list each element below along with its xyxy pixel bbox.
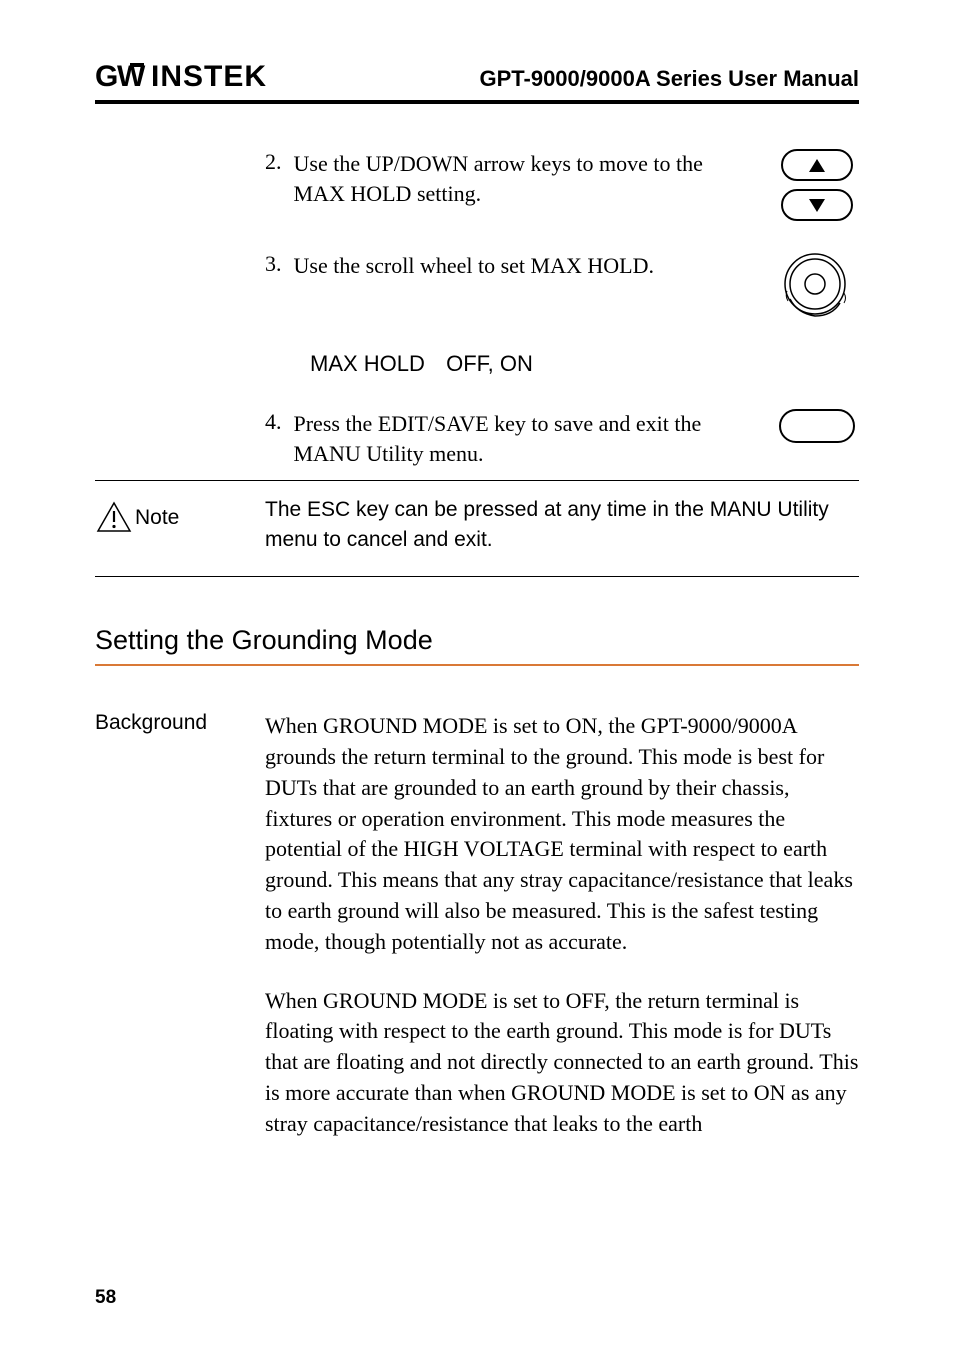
down-arrow-button-icon [781, 189, 853, 221]
brand-logo: G W INSTEK [95, 60, 285, 92]
background-section: Background When GROUND MODE is set to ON… [95, 711, 859, 1167]
parameter-row: MAX HOLD OFF, ON [95, 351, 859, 377]
step-3: 3. Use the scroll wheel to set MAX HOLD. [95, 251, 859, 321]
step-text: Use the UP/DOWN arrow keys to move to th… [294, 149, 775, 208]
divider [95, 576, 859, 577]
section-rule [95, 664, 859, 666]
edit-save-button-icon [774, 409, 859, 443]
background-body: When GROUND MODE is set to ON, the GPT-9… [265, 711, 859, 1167]
note-label: Note [135, 506, 179, 530]
step-number: 4. [265, 409, 282, 435]
note-text: The ESC key can be pressed at any time i… [265, 495, 859, 554]
background-label: Background [95, 711, 265, 735]
warning-triangle-icon [95, 501, 133, 535]
step-number: 2. [265, 149, 282, 175]
background-para2: When GROUND MODE is set to OFF, the retu… [265, 986, 859, 1140]
page-number: 58 [95, 1287, 116, 1309]
step-2: 2. Use the UP/DOWN arrow keys to move to… [95, 149, 859, 221]
up-arrow-button-icon [781, 149, 853, 181]
step-4: 4. Press the EDIT/SAVE key to save and e… [95, 409, 859, 481]
background-para1: When GROUND MODE is set to ON, the GPT-9… [265, 711, 859, 957]
step-number: 3. [265, 251, 282, 277]
svg-text:INSTEK: INSTEK [151, 60, 267, 92]
step-text: Press the EDIT/SAVE key to save and exit… [294, 409, 775, 468]
page-header: G W INSTEK GPT-9000/9000A Series User Ma… [95, 60, 859, 104]
svg-text:G: G [95, 60, 117, 92]
note-icon-container: Note [95, 495, 265, 535]
param-value: OFF, ON [446, 351, 533, 376]
step-text: Use the scroll wheel to set MAX HOLD. [294, 251, 775, 281]
manual-title: GPT-9000/9000A Series User Manual [480, 66, 860, 92]
param-label: MAX HOLD [310, 351, 440, 377]
scroll-wheel-icon [774, 251, 859, 321]
section-heading: Setting the Grounding Mode [95, 625, 859, 656]
note-section: Note The ESC key can be pressed at any t… [95, 495, 859, 568]
arrow-keys-icon [774, 149, 859, 221]
